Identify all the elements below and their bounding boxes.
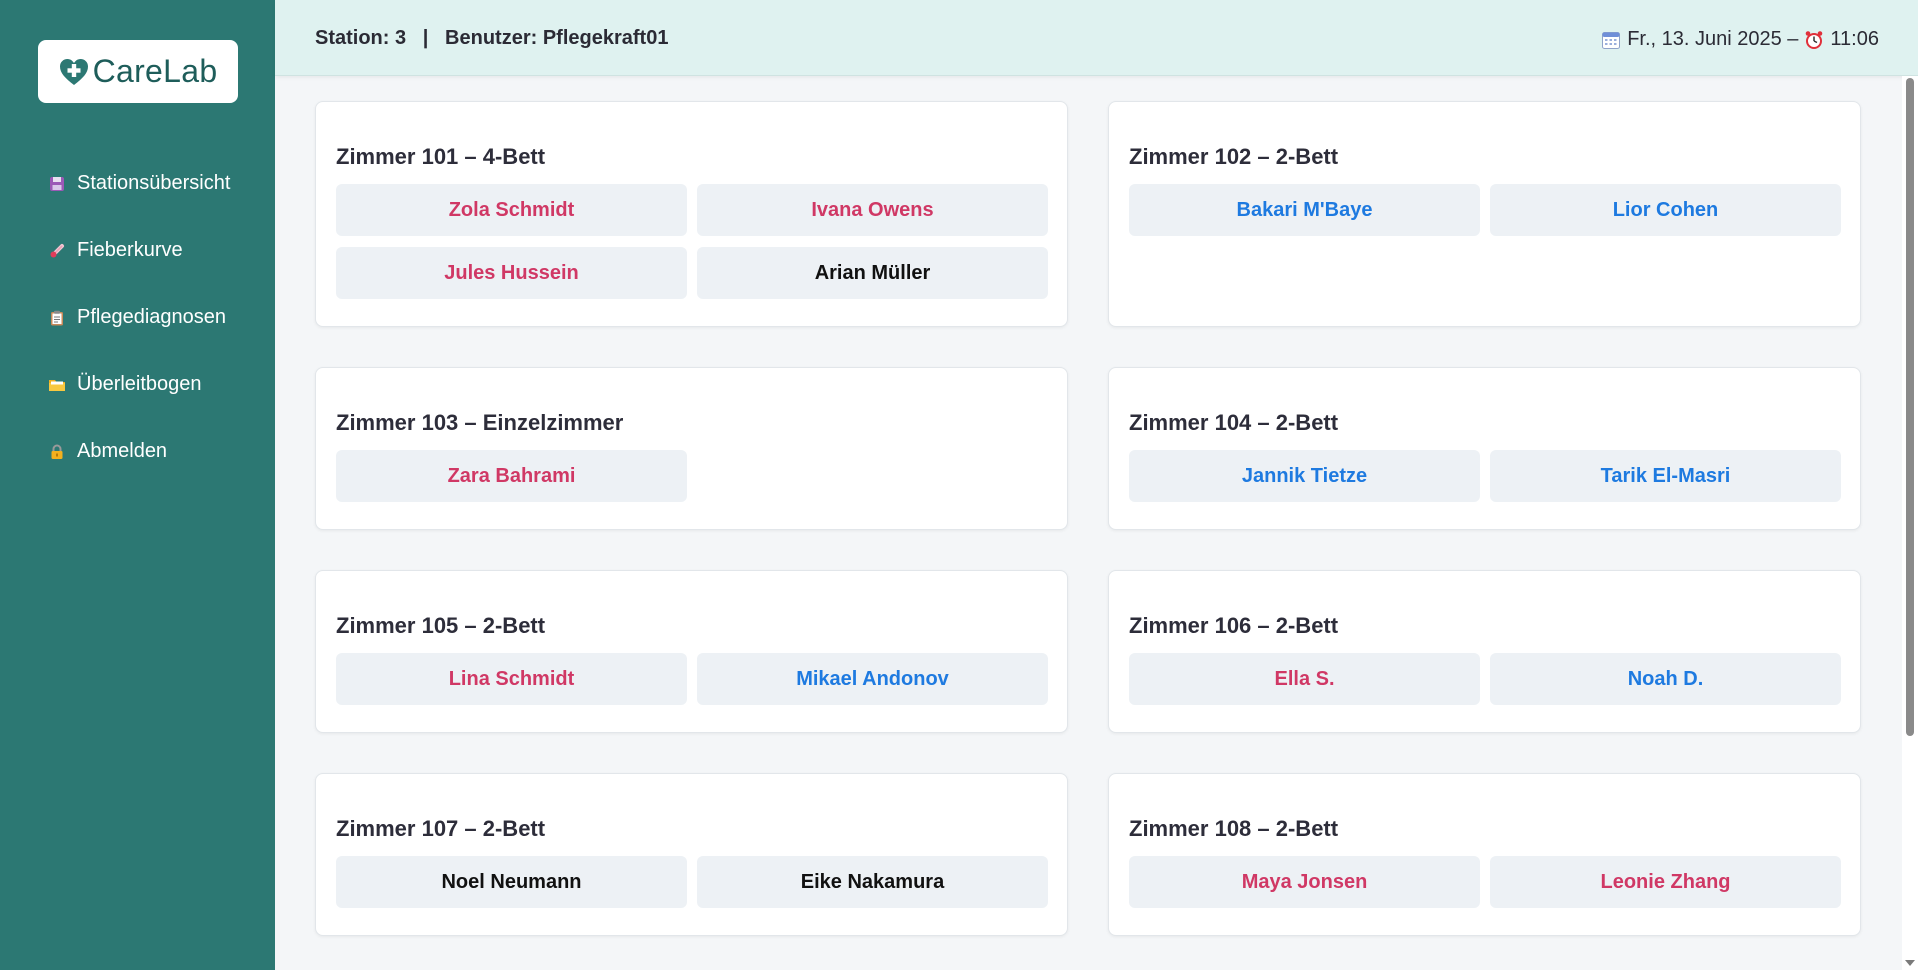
patient-button[interactable]: Jules Hussein [336,247,687,299]
lock-icon [48,443,66,461]
app-logo[interactable]: CareLab [38,40,238,103]
current-time: 11:06 [1830,28,1879,50]
current-date: Fr., 13. Juni 2025 – [1627,28,1799,50]
patient-button[interactable]: Ivana Owens [697,184,1048,236]
sidebar: CareLab Stationsübersicht Fieberkurve Pf… [0,0,275,970]
sidebar-item-abmelden[interactable]: Abmelden [0,418,275,485]
room-card-105: Zimmer 105 – 2-Bett Lina Schmidt Mikael … [315,570,1068,733]
patient-button[interactable]: Noah D. [1490,653,1841,705]
room-title: Zimmer 104 – 2-Bett [1129,410,1339,435]
room-card-107: Zimmer 107 – 2-Bett Noel Neumann Eike Na… [315,773,1068,936]
heart-plus-icon [59,58,88,85]
patient-list: Zara Bahrami [336,450,1047,502]
calendar-icon [1602,31,1621,49]
sidebar-item-pflegediagnosen[interactable]: Pflegediagnosen [0,284,275,351]
room-title: Zimmer 103 – Einzelzimmer [336,410,624,435]
room-title: Zimmer 105 – 2-Bett [336,613,546,638]
patient-button[interactable]: Lina Schmidt [336,653,687,705]
sidebar-item-stationsuebersicht[interactable]: Stationsübersicht [0,150,275,217]
patient-button[interactable]: Maya Jonsen [1129,856,1480,908]
folder-icon [48,376,66,394]
sidebar-item-label: Pflegediagnosen [77,306,227,328]
thermometer-icon [48,242,66,260]
patient-list: Bakari M'Baye Lior Cohen [1129,184,1841,236]
patient-button[interactable]: Ella S. [1129,653,1480,705]
patient-button[interactable]: Tarik El-Masri [1490,450,1841,502]
patient-list: Jannik Tietze Tarik El-Masri [1129,450,1841,502]
patient-button[interactable]: Bakari M'Baye [1129,184,1480,236]
patient-list: Ella S. Noah D. [1129,653,1841,705]
sidebar-item-label: Abmelden [77,440,168,462]
room-card-102: Zimmer 102 – 2-Bett Bakari M'Baye Lior C… [1108,101,1861,327]
patient-button[interactable]: Lior Cohen [1490,184,1841,236]
scrollbar-thumb[interactable] [1906,78,1914,736]
patient-button[interactable]: Jannik Tietze [1129,450,1480,502]
patient-button[interactable]: Leonie Zhang [1490,856,1841,908]
top-header: Station: 3 | Benutzer: Pflegekraft01 Fr.… [275,0,1918,76]
patient-list: Zola Schmidt Ivana Owens Jules Hussein A… [336,184,1048,299]
vertical-scrollbar[interactable] [1902,76,1918,970]
room-title: Zimmer 102 – 2-Bett [1129,144,1339,169]
room-card-103: Zimmer 103 – Einzelzimmer Zara Bahrami [315,367,1068,530]
sidebar-item-ueberleitbogen[interactable]: Überleitbogen [0,351,275,418]
station-user-info: Station: 3 | Benutzer: Pflegekraft01 [315,27,669,49]
patient-button[interactable]: Mikael Andonov [697,653,1048,705]
room-card-104: Zimmer 104 – 2-Bett Jannik Tietze Tarik … [1108,367,1861,530]
patient-list: Noel Neumann Eike Nakamura [336,856,1048,908]
sidebar-item-label: Fieberkurve [77,239,183,261]
floppy-disk-icon [48,175,66,193]
patient-button[interactable]: Noel Neumann [336,856,687,908]
app-name: CareLab [92,53,218,89]
patient-list: Maya Jonsen Leonie Zhang [1129,856,1841,908]
room-title: Zimmer 107 – 2-Bett [336,816,546,841]
patient-button[interactable]: Zara Bahrami [336,450,687,502]
patient-button[interactable]: Eike Nakamura [697,856,1048,908]
patient-list: Lina Schmidt Mikael Andonov [336,653,1048,705]
station-overview: Zimmer 101 – 4-Bett Zola Schmidt Ivana O… [275,77,1918,970]
sidebar-nav: Stationsübersicht Fieberkurve Pflegediag… [0,150,275,485]
patient-button[interactable]: Arian Müller [697,247,1048,299]
room-title: Zimmer 108 – 2-Bett [1129,816,1339,841]
room-card-101: Zimmer 101 – 4-Bett Zola Schmidt Ivana O… [315,101,1068,327]
room-title: Zimmer 101 – 4-Bett [336,144,546,169]
room-title: Zimmer 106 – 2-Bett [1129,613,1339,638]
alarm-clock-icon [1806,30,1823,49]
room-card-106: Zimmer 106 – 2-Bett Ella S. Noah D. [1108,570,1861,733]
scroll-down-arrow-icon[interactable] [1905,960,1915,966]
sidebar-item-label: Stationsübersicht [77,172,231,194]
clipboard-icon [48,309,66,327]
sidebar-item-label: Überleitbogen [77,373,202,395]
room-card-108: Zimmer 108 – 2-Bett Maya Jonsen Leonie Z… [1108,773,1861,936]
sidebar-item-fieberkurve[interactable]: Fieberkurve [0,217,275,284]
patient-button[interactable]: Zola Schmidt [336,184,687,236]
date-time-display: Fr., 13. Juni 2025 – 11:06 [1601,28,1879,51]
